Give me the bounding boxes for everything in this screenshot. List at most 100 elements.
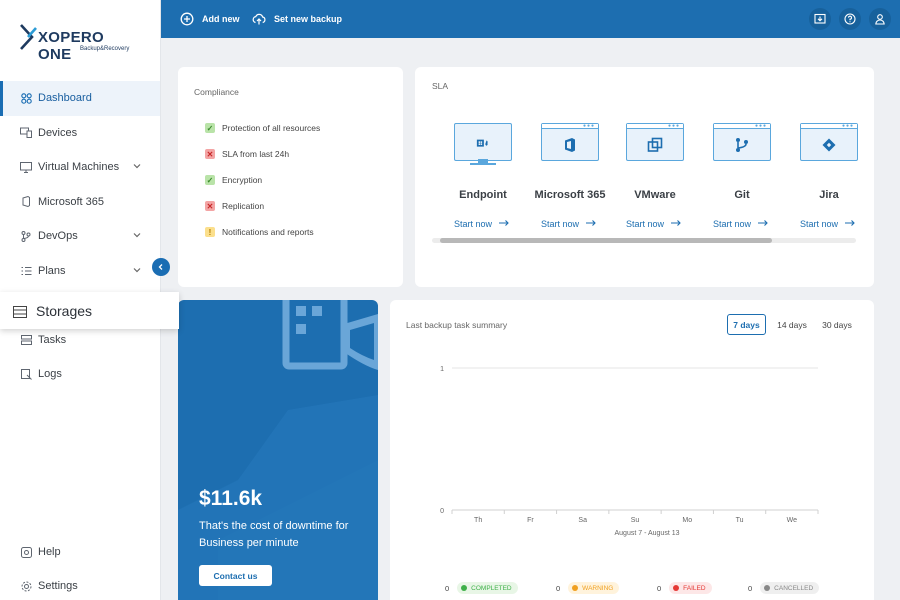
logo-x-mark [20, 24, 37, 50]
collapse-sidebar-button[interactable] [152, 258, 170, 276]
chevron-down-icon[interactable] [132, 161, 142, 171]
compliance-item-label: Encryption [222, 175, 263, 185]
status-count: 0 [445, 583, 450, 593]
arrow-right-icon [671, 220, 681, 226]
status-badge: COMPLETED [457, 582, 518, 594]
chevron-down-icon[interactable] [132, 265, 142, 275]
x-tick-label: We [787, 517, 797, 524]
downtime-cost-value: $11.6k [199, 487, 263, 510]
x-tick-label: Fr [527, 517, 534, 524]
monitor-illustration: ●●● [800, 123, 858, 161]
set-new-backup-button[interactable]: Set new backup [252, 0, 342, 38]
range-14-days-button[interactable]: 14 days [772, 314, 812, 335]
sidebar-bottom-nav: Help Settings [0, 535, 160, 600]
help-button[interactable] [839, 8, 861, 30]
sla-item-name: Git [734, 189, 750, 201]
set-new-backup-label: Set new backup [274, 14, 343, 24]
sidebar-item-label: Plans [38, 264, 66, 277]
start-now-link[interactable]: Start now [454, 219, 510, 229]
sidebar-item-virtual-machines[interactable]: Virtual Machines [0, 150, 160, 185]
sidebar-item-label: Dashboard [38, 92, 92, 105]
downtime-line-1: That's the cost of downtime for [199, 520, 349, 532]
chevron-left-icon [158, 264, 163, 270]
sla-item-endpoint: Endpoint Start now [448, 123, 518, 229]
sidebar-item-label: Devices [38, 126, 78, 139]
sla-item-jira: ●●● Jira Start now [794, 123, 864, 229]
x-axis-label: August 7 - August 13 [615, 530, 680, 537]
download-icon [814, 13, 826, 24]
sidebar-item-dashboard[interactable]: Dashboard [0, 81, 160, 116]
sla-item-microsoft-365: ●●● Microsoft 365 Start now [535, 123, 605, 229]
status-dot [461, 585, 468, 591]
sla-item-git: ●●● Git Start now [707, 123, 777, 229]
status-dot [572, 585, 579, 591]
range-30-days-button[interactable]: 30 days [817, 314, 857, 335]
building-shield-illustration [178, 300, 378, 600]
add-new-label: Add new [202, 14, 240, 24]
compliance-item: ✕ SLA from last 24h [205, 149, 289, 159]
check-icon: ✓ [205, 123, 215, 133]
arrow-right-icon [845, 220, 855, 226]
status-count: 0 [556, 583, 561, 593]
start-now-link[interactable]: Start now [713, 219, 769, 229]
monitor-icon [20, 161, 32, 173]
gear-icon [20, 580, 32, 592]
backup-summary-card: Last backup task summary 7 days 14 days … [390, 300, 874, 600]
endpoint-icon [476, 139, 488, 147]
dashboard-icon [20, 92, 32, 104]
status-completed: 0 COMPLETED [445, 582, 518, 594]
sidebar-item-logs[interactable]: Logs [0, 357, 160, 392]
monitor-illustration [454, 123, 512, 165]
sidebar-item-devices[interactable]: Devices [0, 116, 160, 151]
sidebar-item-settings[interactable]: Settings [0, 569, 160, 600]
compliance-card: Compliance ✓ Protection of all resources ✕… [178, 67, 403, 287]
compliance-item: ✓ Protection of all resources [205, 123, 320, 133]
brand-tagline: Backup&Recovery [80, 46, 130, 52]
x-tick-label: Su [631, 517, 640, 524]
cloud-upload-icon [252, 13, 266, 25]
status-badge: FAILED [669, 582, 712, 594]
sidebar-item-storages[interactable]: Storages [0, 292, 179, 329]
status-dot [764, 585, 771, 591]
compliance-item-label: SLA from last 24h [222, 149, 290, 159]
sidebar-item-microsoft-365[interactable]: Microsoft 365 [0, 185, 160, 220]
status-warning: 0 WARNING [556, 582, 620, 594]
status-failed: 0 FAILED [657, 582, 712, 594]
sidebar-item-devops[interactable]: DevOps [0, 219, 160, 254]
user-account-button[interactable] [869, 8, 891, 30]
x-tick-label: Tu [736, 517, 744, 524]
sla-item-name: VMware [634, 189, 676, 201]
start-now-link[interactable]: Start now [800, 219, 856, 229]
plus-circle-icon [180, 12, 194, 26]
compliance-item: ! Notifications and reports [205, 227, 314, 237]
logs-icon [20, 368, 32, 380]
status-label: FAILED [683, 584, 706, 592]
range-7-days-button[interactable]: 7 days [727, 314, 766, 335]
start-now-label: Start now [541, 219, 580, 229]
chevron-down-icon[interactable] [132, 230, 142, 240]
start-now-link[interactable]: Start now [541, 219, 597, 229]
arrow-right-icon [499, 220, 509, 226]
sla-scrollbar-thumb[interactable] [440, 238, 772, 243]
download-agent-button[interactable] [809, 8, 831, 30]
office-icon [20, 196, 32, 208]
top-bar: Add new Set new backup [161, 0, 900, 38]
contact-us-button[interactable]: Contact us [199, 565, 272, 586]
jira-icon [822, 138, 836, 152]
downtime-line-2: Business per minute [199, 537, 299, 549]
xopero-logo[interactable]: XOPERO ONE Backup&Recovery [20, 22, 140, 63]
downtime-cost-description: That's the cost of downtime for Business… [199, 518, 369, 552]
sidebar-item-label: DevOps [38, 230, 78, 243]
arrow-right-icon [586, 220, 596, 226]
sla-scrollbar[interactable] [432, 238, 856, 243]
sla-card: SLA Endpoint Start now ●●● Microsoft 365 Sta… [415, 67, 874, 287]
sidebar-item-plans[interactable]: Plans [0, 254, 160, 289]
add-new-button[interactable]: Add new [180, 0, 240, 38]
sla-item-name: Jira [819, 189, 839, 201]
downtime-promo-card: $11.6k That's the cost of downtime for B… [178, 300, 378, 600]
summary-title: Last backup task summary [406, 320, 508, 330]
sidebar-item-label: Virtual Machines [38, 161, 120, 174]
start-now-link[interactable]: Start now [626, 219, 682, 229]
sidebar-item-help[interactable]: Help [0, 535, 160, 569]
monitor-illustration: ●●● [541, 123, 599, 161]
